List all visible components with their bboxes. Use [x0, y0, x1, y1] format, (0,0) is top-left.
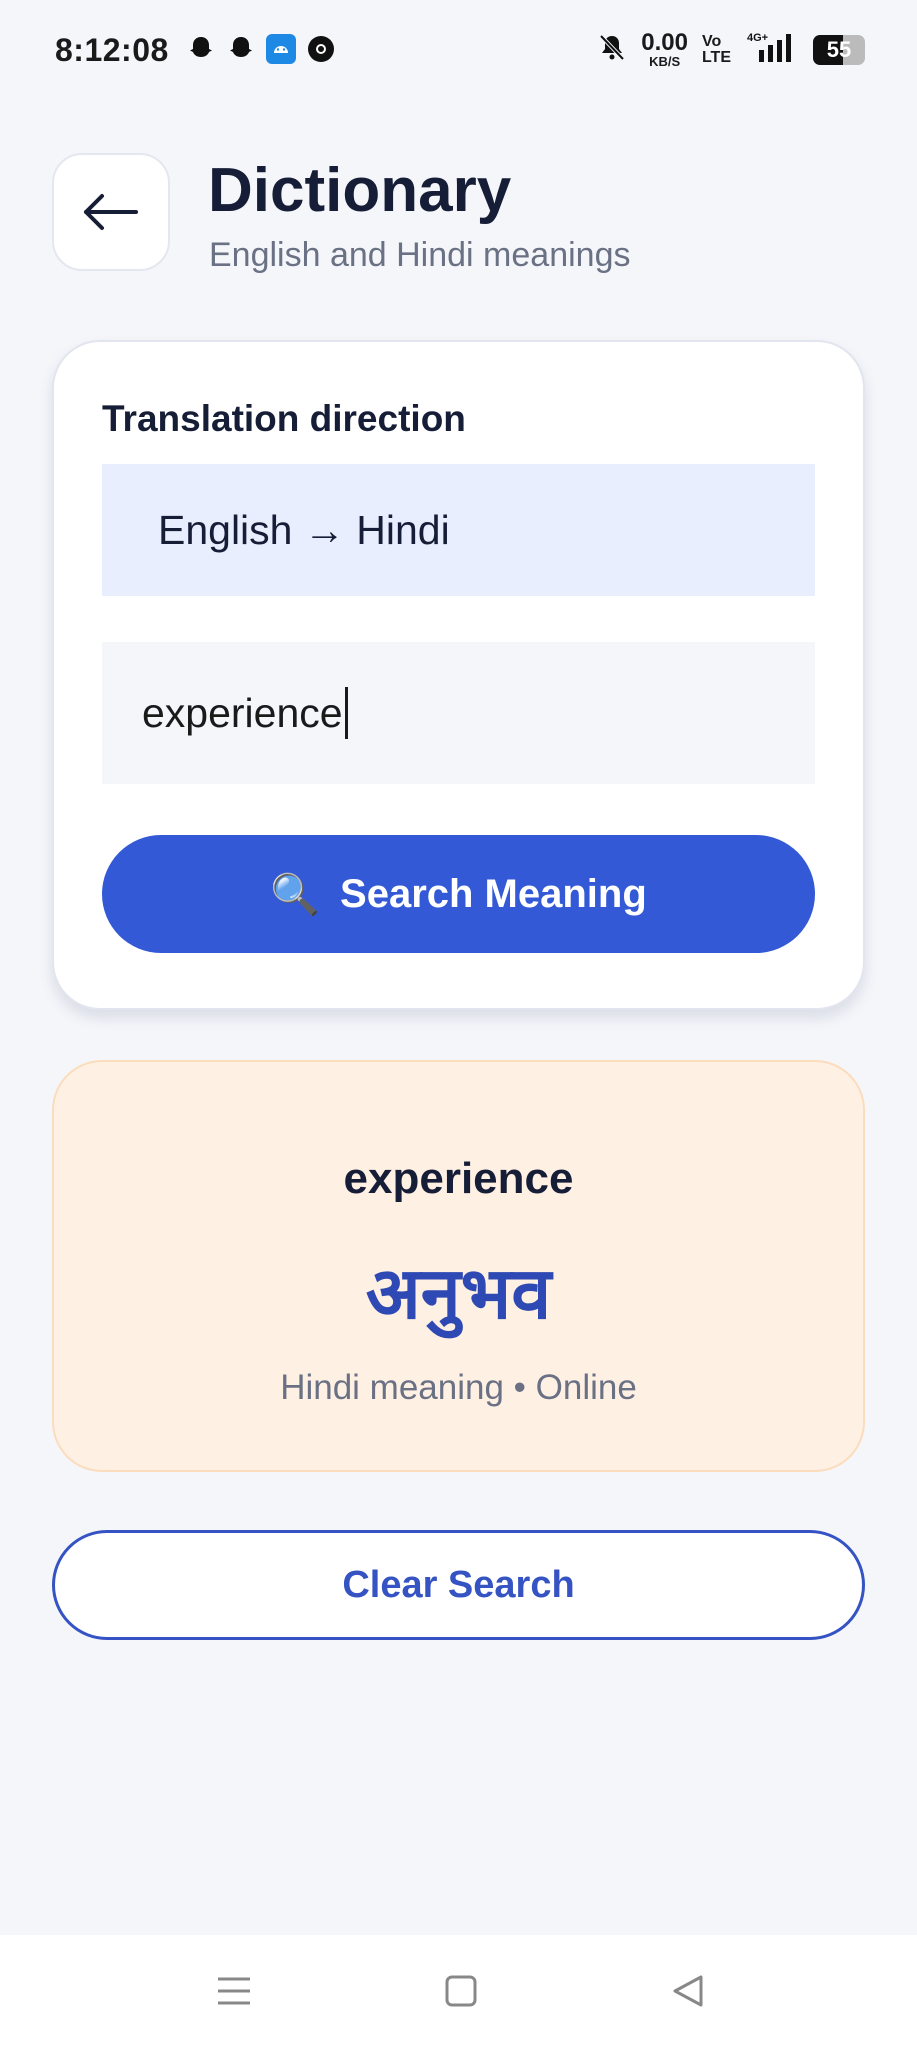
- snapchat-icon: [226, 34, 256, 64]
- arrow-left-icon: [84, 194, 138, 230]
- battery-icon: 55: [813, 34, 865, 65]
- clear-search-button[interactable]: Clear Search: [52, 1530, 865, 1640]
- direction-select[interactable]: English → Hindi: [102, 464, 815, 596]
- android-icon: [266, 34, 296, 64]
- back-button[interactable]: [52, 153, 170, 271]
- result-card: experience अनुभव Hindi meaning • Online: [52, 1060, 865, 1472]
- text-caret: [344, 687, 348, 739]
- signal-icon: 4G+: [745, 30, 799, 69]
- status-time: 8:12:08: [55, 32, 169, 68]
- search-meaning-button[interactable]: 🔍 Search Meaning: [102, 835, 815, 953]
- network-type: 4G+: [747, 32, 768, 44]
- direction-value: English → Hindi: [158, 506, 450, 553]
- result-meaning: अनुभव: [365, 1254, 552, 1334]
- triangle-back-icon: [673, 1975, 703, 2007]
- nav-back-button[interactable]: [662, 1965, 714, 2017]
- mute-bell-icon: [597, 32, 627, 67]
- result-word: experience: [343, 1154, 574, 1203]
- word-input[interactable]: experience: [102, 642, 815, 784]
- magnifier-icon: 🔍: [270, 872, 321, 917]
- nav-home-button[interactable]: [435, 1965, 487, 2017]
- status-bar: 8:12:08 0.00 KB/S Vo LTE 4G+ 55: [0, 0, 917, 105]
- clear-search-label: Clear Search: [342, 1563, 575, 1606]
- volte-indicator: Vo LTE: [701, 32, 731, 66]
- notification-icons: [186, 34, 336, 64]
- page-title: Dictionary: [208, 156, 512, 225]
- nav-menu-button[interactable]: [208, 1965, 260, 2017]
- snapchat-icon: [186, 34, 216, 64]
- search-button-label: Search Meaning: [340, 871, 647, 916]
- page-subtitle: English and Hindi meanings: [209, 236, 631, 274]
- navigation-bar: [0, 1935, 917, 2048]
- menu-icon: [218, 1977, 250, 2005]
- word-input-value: experience: [142, 689, 343, 736]
- search-card: Translation direction English → Hindi ex…: [52, 340, 865, 1010]
- system-icons: 0.00 KB/S Vo LTE 4G+ 55: [597, 30, 865, 69]
- network-speed: 0.00 KB/S: [641, 29, 688, 69]
- chrome-icon: [306, 34, 336, 64]
- direction-label: Translation direction: [102, 398, 466, 439]
- result-meta: Hindi meaning • Online: [280, 1368, 637, 1407]
- square-icon: [445, 1975, 477, 2007]
